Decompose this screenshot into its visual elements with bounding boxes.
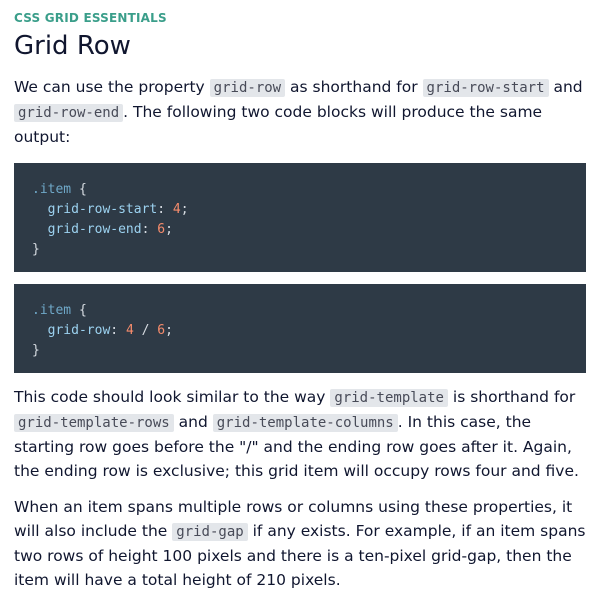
intro-paragraph: We can use the property grid-row as shor… xyxy=(14,75,586,149)
css-property: grid-row-end xyxy=(47,222,142,237)
lesson-kicker: CSS GRID ESSENTIALS xyxy=(14,11,167,25)
inline-code: grid-gap xyxy=(172,523,248,541)
css-value: 4 xyxy=(172,202,181,217)
css-property: grid-row xyxy=(47,323,111,338)
css-property: grid-row-start xyxy=(47,202,158,217)
text: This code should look similar to the way xyxy=(14,388,331,406)
explanation-paragraph: This code should look similar to the way… xyxy=(14,385,586,483)
colon: : xyxy=(141,222,158,237)
css-value: 6 xyxy=(157,323,166,338)
colon: : xyxy=(110,323,126,338)
inline-code: grid-row xyxy=(209,79,286,97)
text: We can use the property xyxy=(14,78,210,96)
grid-gap-paragraph: When an item spans multiple rows or colu… xyxy=(14,495,586,592)
inline-code: grid-template-columns xyxy=(212,414,398,432)
code-block-longhand: .item { grid-row-start: 4; grid-row-end:… xyxy=(14,163,586,272)
lesson-content: CSS GRID ESSENTIALS Grid Row We can use … xyxy=(0,0,600,592)
brace-open: { xyxy=(71,303,87,318)
slash-separator: / xyxy=(133,323,158,338)
css-value: 6 xyxy=(157,222,166,237)
inline-code: grid-row-start xyxy=(422,79,549,97)
semicolon: ; xyxy=(165,222,173,237)
inline-code: grid-template xyxy=(330,389,448,407)
css-selector: .item xyxy=(32,303,72,318)
text: is shorthand for xyxy=(447,388,576,406)
brace-open: { xyxy=(71,182,87,197)
inline-code: grid-template-rows xyxy=(14,414,174,432)
semicolon: ; xyxy=(165,323,173,338)
brace-close: } xyxy=(32,242,40,257)
colon: : xyxy=(157,202,173,217)
text: as shorthand for xyxy=(285,78,423,96)
brace-close: } xyxy=(32,343,40,358)
semicolon: ; xyxy=(180,202,189,217)
inline-code: grid-row-end xyxy=(14,104,124,122)
page-title: Grid Row xyxy=(14,31,131,61)
css-value: 4 xyxy=(125,323,134,338)
css-selector: .item xyxy=(32,182,72,197)
text: and xyxy=(173,413,213,431)
text: and xyxy=(548,78,583,96)
code-block-shorthand: .item { grid-row: 4 / 6; } xyxy=(14,284,586,373)
